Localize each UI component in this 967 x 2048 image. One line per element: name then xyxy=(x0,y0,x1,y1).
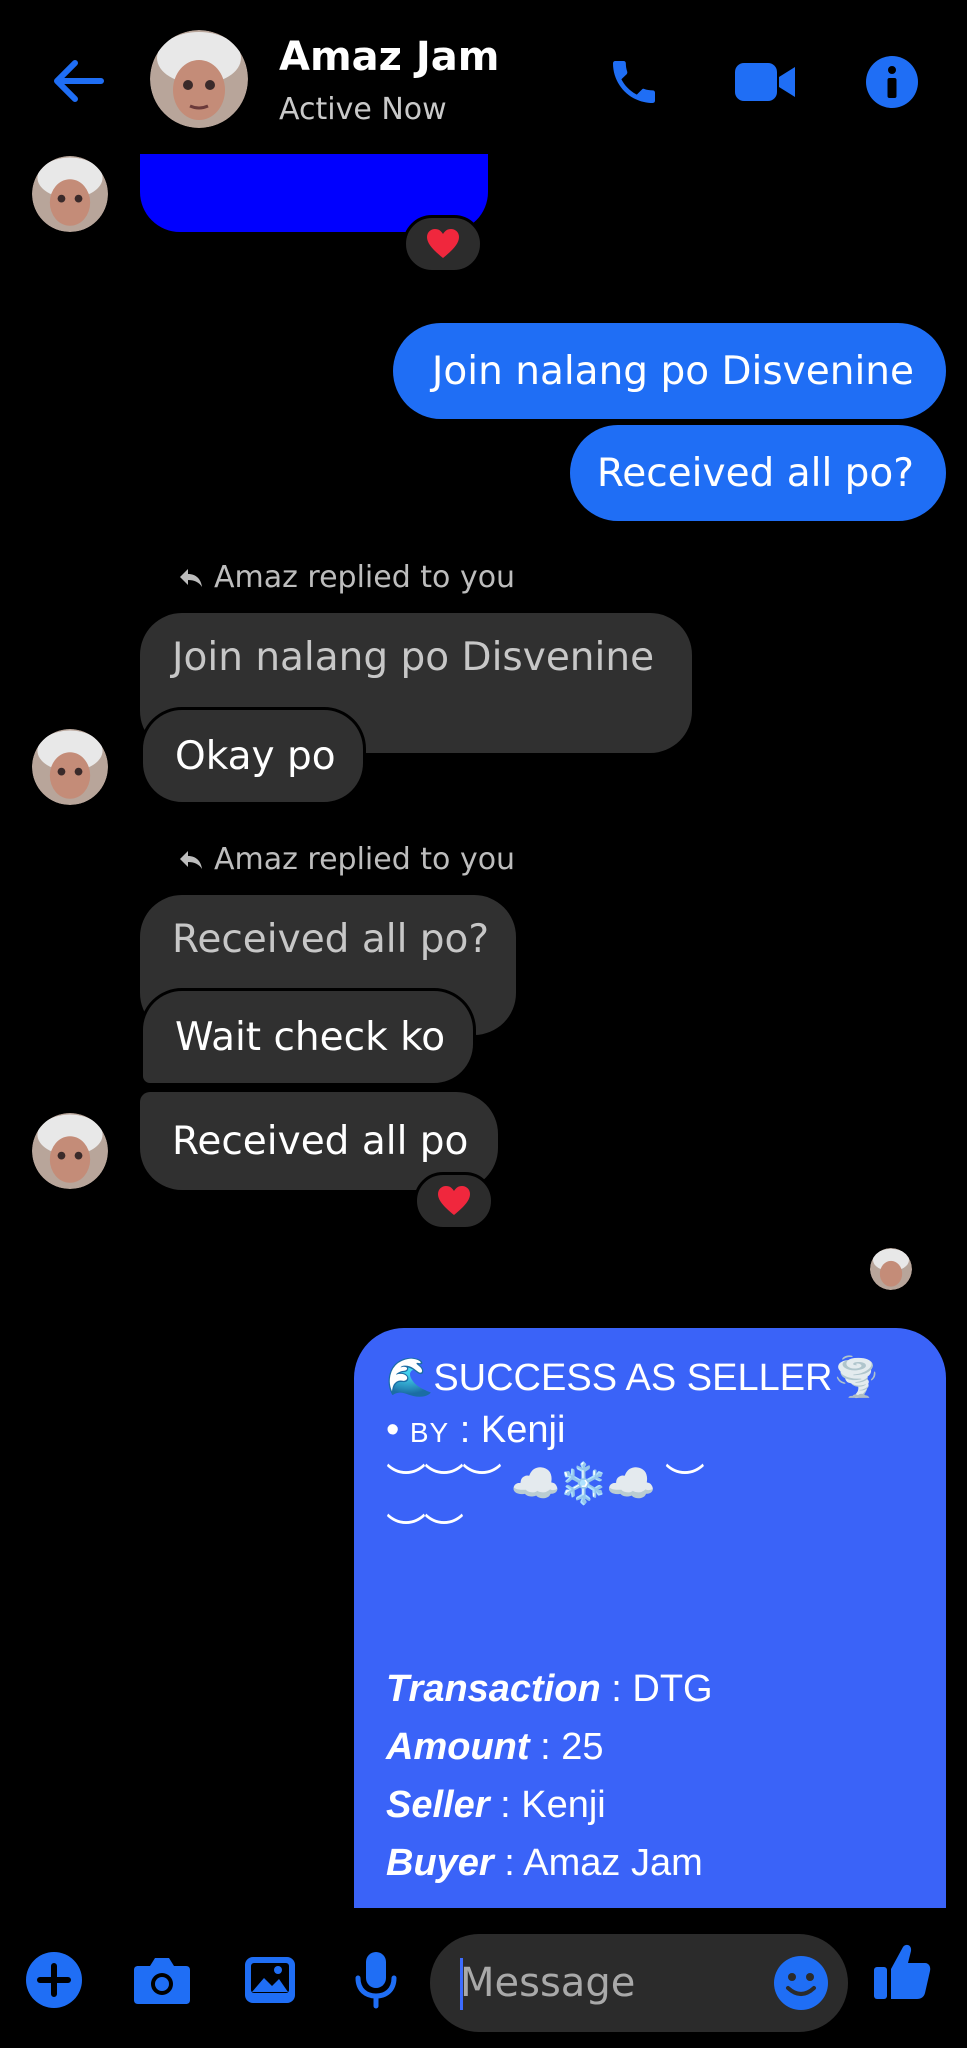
card-title-line: 🌊SUCCESS AS SELLER🌪️ xyxy=(386,1352,914,1404)
card-by-line: • BY : Kenji xyxy=(386,1409,566,1451)
transaction-line: Transaction : DTG xyxy=(386,1668,713,1710)
back-button[interactable] xyxy=(42,50,112,112)
contact-avatar[interactable] xyxy=(150,30,248,128)
like-button[interactable] xyxy=(870,1940,934,2004)
amount-value: 25 xyxy=(561,1726,604,1768)
amount-label: Amount xyxy=(386,1726,530,1768)
emoji-icon xyxy=(774,1956,828,2010)
call-button[interactable] xyxy=(602,50,666,114)
image-icon xyxy=(245,1957,295,2003)
plus-icon xyxy=(26,1952,82,2008)
microphone-icon xyxy=(355,1952,397,2009)
thumbs-up-icon xyxy=(874,1944,931,1999)
seller-line: Seller : Kenji xyxy=(386,1784,606,1826)
video-icon xyxy=(735,63,795,101)
info-button[interactable] xyxy=(860,50,924,114)
reply-arrow-icon xyxy=(180,568,202,587)
transaction-card-message[interactable]: 🌊SUCCESS AS SELLER🌪️ • BY : Kenji ︶︶︶ ☁️… xyxy=(354,1328,946,1908)
phone-icon xyxy=(613,61,655,103)
voice-button[interactable] xyxy=(344,1948,408,2012)
incoming-message[interactable]: Okay po xyxy=(140,707,366,805)
back-arrow-icon xyxy=(54,60,104,102)
contact-avatar-small[interactable] xyxy=(32,729,108,805)
squiggle-text: ︶︶ xyxy=(386,1511,464,1557)
contact-name[interactable]: Amaz Jam xyxy=(279,34,499,80)
decor-line: ︶︶︶ ☁️❄️☁️ ︶ xyxy=(386,1461,705,1507)
cloud-icon: ☁️ xyxy=(510,1461,561,1507)
incoming-message[interactable]: Wait check ko xyxy=(140,988,476,1086)
buyer-value: Amaz Jam xyxy=(523,1842,703,1884)
contact-avatar-small[interactable] xyxy=(32,156,108,232)
reaction-badge[interactable] xyxy=(403,215,483,273)
cloud-icon: ☁️ xyxy=(606,1461,656,1507)
heart-icon xyxy=(438,1186,470,1215)
transaction-value: DTG xyxy=(632,1668,713,1710)
buyer-label: Buyer xyxy=(386,1842,494,1884)
wave-icon: 🌊 xyxy=(386,1357,434,1399)
squiggle-text: ︶︶︶ xyxy=(386,1461,502,1507)
reply-indicator: Amaz replied to you xyxy=(178,560,515,595)
card-title: SUCCESS AS SELLER xyxy=(433,1357,833,1399)
emoji-button[interactable] xyxy=(772,1954,830,2012)
camera-icon xyxy=(134,1958,190,2004)
outgoing-message[interactable]: Received all po? xyxy=(570,425,946,521)
reaction-badge[interactable] xyxy=(414,1172,494,1230)
seller-value: Kenji xyxy=(521,1784,606,1826)
tornado-icon: 🌪️ xyxy=(832,1357,880,1399)
reply-label-text: Amaz replied to you xyxy=(214,560,516,595)
decor-line: ︶︶ xyxy=(386,1509,914,1559)
message-input[interactable]: Message xyxy=(430,1934,848,2032)
by-value: Kenji xyxy=(480,1409,566,1451)
reply-arrow-icon xyxy=(180,850,202,869)
seller-label: Seller xyxy=(386,1784,490,1826)
heart-icon xyxy=(427,229,459,258)
active-status: Active Now xyxy=(279,92,447,127)
snowflake-icon: ❄️ xyxy=(558,1461,609,1507)
gallery-button[interactable] xyxy=(238,1948,302,2012)
info-icon xyxy=(866,56,918,108)
seen-avatar xyxy=(870,1248,912,1290)
by-label: BY xyxy=(409,1417,450,1448)
video-call-button[interactable] xyxy=(726,50,806,114)
more-actions-button[interactable] xyxy=(22,1948,86,2012)
conversation-header: Amaz Jam Active Now xyxy=(0,0,967,155)
amount-line: Amount : 25 xyxy=(386,1726,604,1768)
message-placeholder: Message xyxy=(460,1960,636,2006)
contact-avatar-small[interactable] xyxy=(32,1113,108,1189)
buyer-line: Buyer : Amaz Jam xyxy=(386,1842,703,1884)
outgoing-message[interactable]: Join nalang po Disvenine xyxy=(393,323,946,419)
camera-button[interactable] xyxy=(130,1948,194,2012)
reply-label-text: Amaz replied to you xyxy=(214,842,516,877)
transaction-label: Transaction xyxy=(386,1668,601,1710)
reply-indicator: Amaz replied to you xyxy=(178,842,515,877)
